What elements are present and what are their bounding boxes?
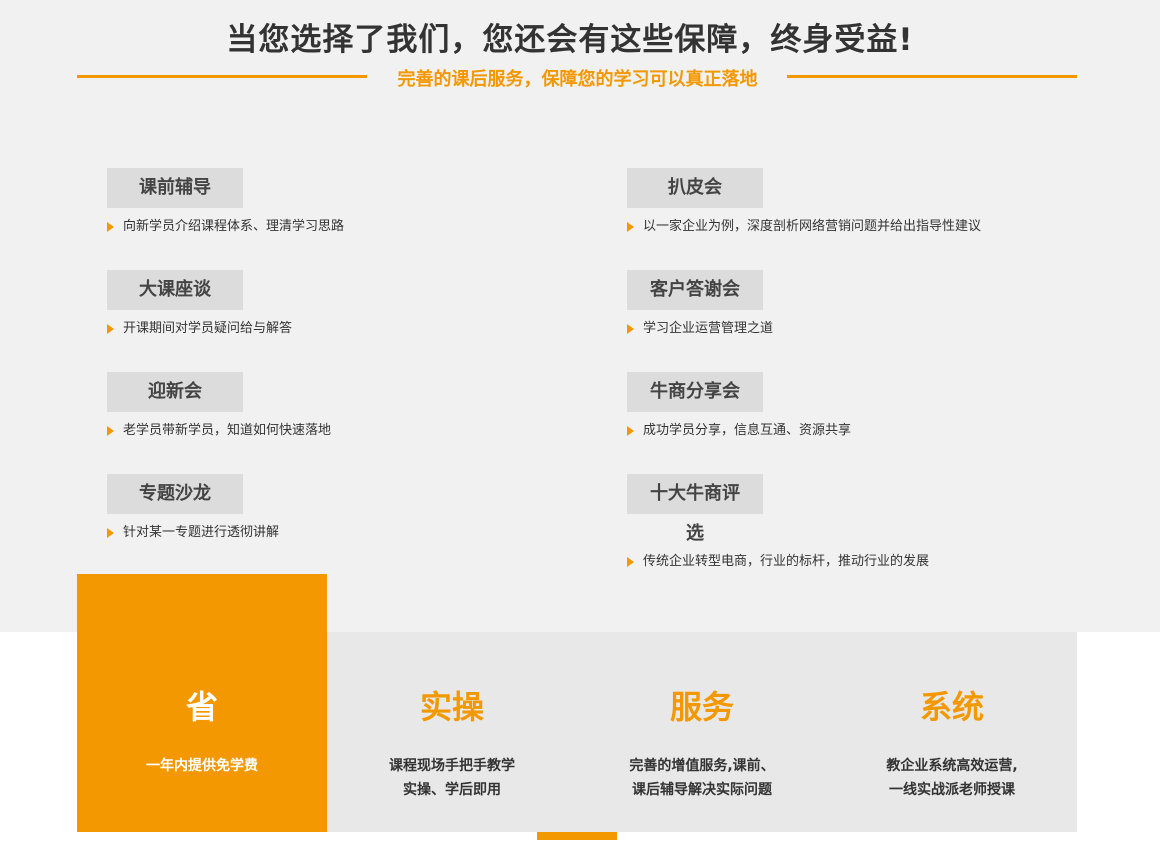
bottom-indicator-bar bbox=[537, 832, 617, 840]
service-item: 专题沙龙 针对某一专题进行透彻讲解 bbox=[107, 474, 279, 542]
arrow-right-icon bbox=[627, 557, 634, 567]
service-item: 课前辅导 向新学员介绍课程体系、理清学习思路 bbox=[107, 168, 344, 236]
feature-desc-line: 一年内提供免学费 bbox=[146, 758, 258, 774]
service-item: 迎新会 老学员带新学员，知道如何快速落地 bbox=[107, 372, 331, 440]
feature-desc-line: 课程现场手把手教学 bbox=[389, 758, 515, 774]
arrow-right-icon bbox=[627, 222, 634, 232]
feature-desc: 完善的增值服务,课前、 课后辅导解决实际问题 bbox=[577, 754, 827, 802]
service-item: 大课座谈 开课期间对学员疑问给与解答 bbox=[107, 270, 292, 338]
page-title: 当您选择了我们，您还会有这些保障，终身受益! bbox=[226, 22, 914, 58]
service-label: 大课座谈 bbox=[107, 270, 243, 310]
arrow-right-icon bbox=[107, 324, 114, 334]
subtitle-divider-left bbox=[77, 75, 367, 78]
service-item: 客户答谢会 学习企业运营管理之道 bbox=[627, 270, 773, 338]
service-item: 十大牛商评选 传统企业转型电商，行业的标杆，推动行业的发展 bbox=[627, 474, 929, 571]
service-label: 牛商分享会 bbox=[627, 372, 763, 412]
feature-title: 省 bbox=[185, 688, 218, 726]
service-label: 课前辅导 bbox=[107, 168, 243, 208]
arrow-right-icon bbox=[107, 222, 114, 232]
service-desc: 以一家企业为例，深度剖析网络营销问题并给出指导性建议 bbox=[643, 219, 982, 234]
service-desc: 向新学员介绍课程体系、理清学习思路 bbox=[123, 219, 345, 234]
feature-card-service[interactable]: 服务 完善的增值服务,课前、 课后辅导解决实际问题 bbox=[577, 632, 827, 832]
service-label: 扒皮会 bbox=[627, 168, 763, 208]
feature-desc-line: 教企业系统高效运营, bbox=[886, 758, 1018, 774]
feature-title: 服务 bbox=[669, 688, 734, 726]
subtitle-divider-right bbox=[787, 75, 1077, 78]
service-desc: 成功学员分享，信息互通、资源共享 bbox=[643, 423, 852, 438]
service-label: 迎新会 bbox=[107, 372, 243, 412]
service-label: 专题沙龙 bbox=[107, 474, 243, 514]
feature-desc-line: 实操、学后即用 bbox=[403, 782, 501, 798]
arrow-right-icon bbox=[627, 324, 634, 334]
arrow-right-icon bbox=[627, 426, 634, 436]
feature-title: 系统 bbox=[919, 688, 984, 726]
page-subtitle: 完善的课后服务，保障您的学习可以真正落地 bbox=[397, 69, 758, 90]
feature-title: 实操 bbox=[419, 688, 484, 726]
service-label: 客户答谢会 bbox=[627, 270, 763, 310]
service-desc: 学习企业运营管理之道 bbox=[643, 321, 774, 336]
feature-card-system[interactable]: 系统 教企业系统高效运营, 一线实战派老师授课 bbox=[827, 632, 1077, 832]
arrow-right-icon bbox=[107, 426, 114, 436]
arrow-right-icon bbox=[107, 528, 114, 538]
service-item: 扒皮会 以一家企业为例，深度剖析网络营销问题并给出指导性建议 bbox=[627, 168, 981, 236]
feature-card-practice[interactable]: 实操 课程现场手把手教学 实操、学后即用 bbox=[327, 632, 577, 832]
feature-desc-line: 一线实战派老师授课 bbox=[889, 782, 1015, 798]
feature-desc: 一年内提供免学费 bbox=[77, 754, 327, 778]
feature-card-save[interactable]: 省 一年内提供免学费 bbox=[77, 574, 327, 832]
feature-desc: 教企业系统高效运营, 一线实战派老师授课 bbox=[827, 754, 1077, 802]
feature-desc: 课程现场手把手教学 实操、学后即用 bbox=[327, 754, 577, 802]
feature-desc-line: 完善的增值服务,课前、 bbox=[629, 758, 775, 774]
feature-desc-line: 课后辅导解决实际问题 bbox=[632, 782, 772, 798]
service-desc: 针对某一专题进行透彻讲解 bbox=[123, 525, 280, 540]
service-desc: 开课期间对学员疑问给与解答 bbox=[123, 321, 293, 336]
service-label: 十大牛商评选 bbox=[627, 474, 763, 544]
service-desc: 老学员带新学员，知道如何快速落地 bbox=[123, 423, 332, 438]
service-item: 牛商分享会 成功学员分享，信息互通、资源共享 bbox=[627, 372, 851, 440]
service-desc: 传统企业转型电商，行业的标杆，推动行业的发展 bbox=[643, 554, 930, 569]
